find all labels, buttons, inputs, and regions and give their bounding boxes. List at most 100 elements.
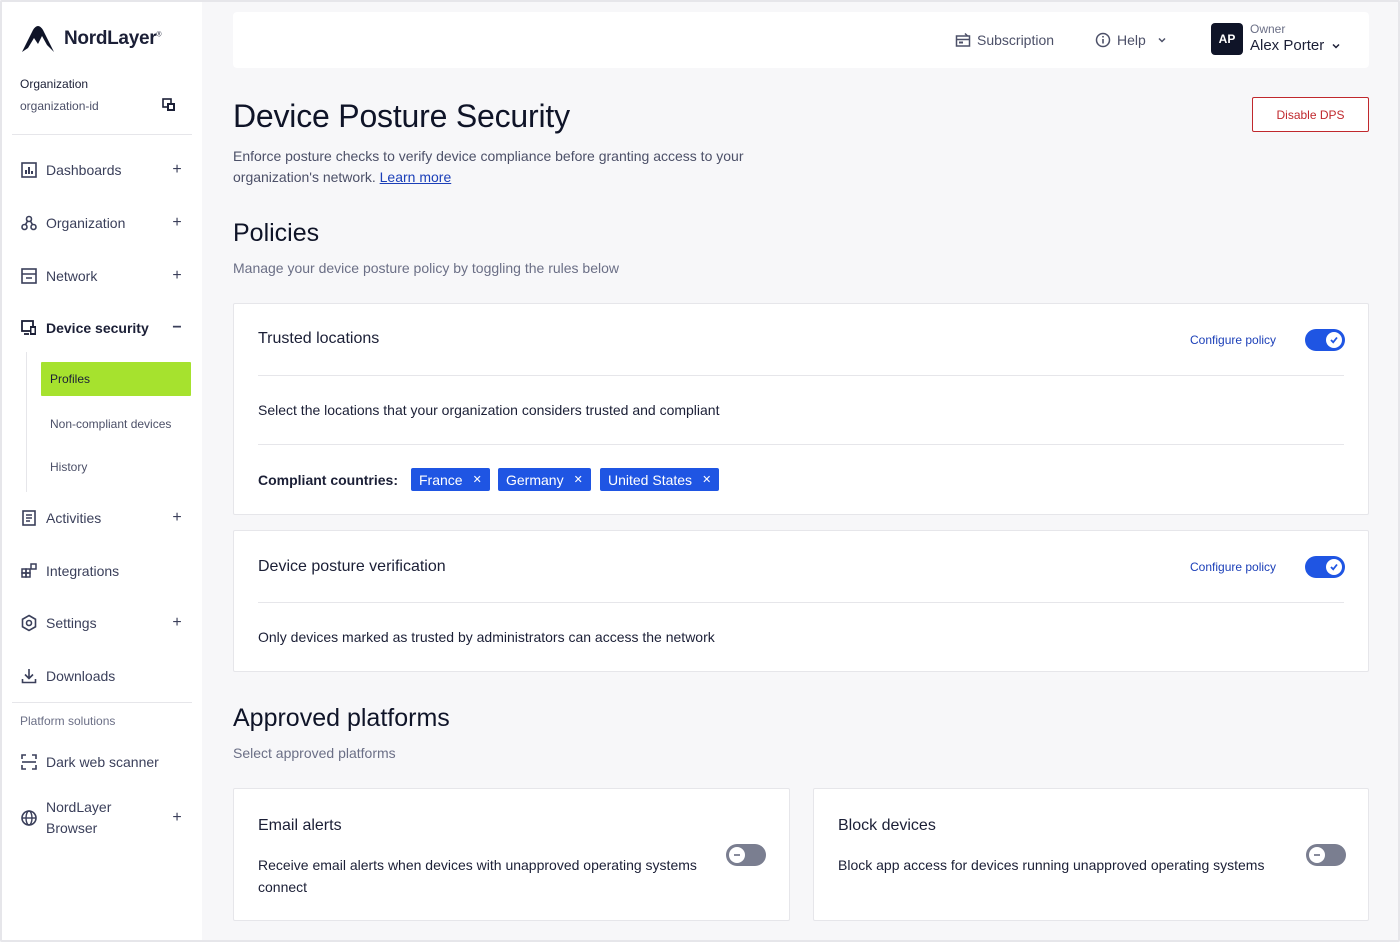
device-security-icon: [21, 320, 36, 335]
top-header: Subscription Help AP Owner Alex Porter: [233, 12, 1369, 68]
label-line: Browser: [46, 820, 98, 836]
submenu-line: [26, 352, 27, 492]
divider: [12, 702, 192, 703]
compliant-countries-label: Compliant countries:: [258, 472, 399, 488]
avatar[interactable]: AP: [1211, 23, 1243, 55]
toggle-knob: [729, 847, 745, 863]
nordlayer-logo-icon: [22, 26, 54, 52]
policies-title: Policies: [233, 219, 320, 247]
page-title: Device Posture Security: [233, 98, 570, 134]
copy-icon[interactable]: [162, 98, 176, 112]
description-text: Enforce posture checks to verify device …: [233, 148, 744, 185]
sidebar-item-label: Dashboards: [46, 162, 122, 178]
policies-subtitle: Manage your device posture policy by tog…: [233, 260, 620, 276]
sidebar-item-label: Integrations: [46, 563, 120, 579]
device-posture-toggle[interactable]: [1305, 556, 1345, 578]
sidebar-item-network[interactable]: Network +: [12, 258, 192, 294]
sidebar-item-label: Device security: [46, 320, 149, 336]
minus-icon: [1314, 854, 1320, 856]
disable-dps-button[interactable]: Disable DPS: [1252, 97, 1369, 132]
divider: [258, 602, 1344, 603]
sidebar-item-integrations[interactable]: Integrations: [12, 553, 192, 589]
chip-label: United States: [608, 471, 693, 488]
divider: [258, 375, 1344, 376]
sidebar-item-settings[interactable]: Settings +: [12, 605, 192, 641]
organization-id: organization-id: [20, 99, 99, 113]
minus-icon: [734, 854, 740, 856]
expand-icon[interactable]: +: [170, 509, 184, 527]
expand-icon[interactable]: +: [170, 214, 184, 232]
collapse-icon[interactable]: −: [170, 319, 184, 337]
user-name: Alex Porter: [1250, 37, 1325, 54]
email-alerts-toggle[interactable]: [726, 844, 766, 866]
globe-icon: [21, 810, 37, 826]
trusted-locations-card: Trusted locations Configure policy Selec…: [233, 303, 1369, 515]
approved-platforms-title: Approved platforms: [233, 704, 450, 732]
remove-chip-icon[interactable]: ✕: [574, 473, 583, 486]
card-description: Only devices marked as trusted by admini…: [258, 629, 715, 645]
sidebar-item-label: Network: [46, 268, 98, 284]
divider: [12, 134, 192, 135]
scanner-icon: [21, 754, 37, 770]
organization-label: Organization: [20, 77, 89, 91]
network-icon: [21, 268, 37, 284]
card-description: Block app access for devices running una…: [838, 857, 1265, 873]
card-title: Device posture verification: [258, 558, 446, 575]
sidebar-item-dark-web-scanner[interactable]: Dark web scanner: [12, 744, 192, 780]
expand-icon[interactable]: +: [170, 161, 184, 179]
approved-platforms-subtitle: Select approved platforms: [233, 745, 396, 761]
configure-policy-link[interactable]: Configure policy: [1190, 560, 1276, 574]
user-menu[interactable]: Alex Porter: [1250, 37, 1342, 54]
sidebar-subitem-history[interactable]: History: [41, 450, 191, 484]
platform-solutions-label: Platform solutions: [20, 714, 116, 728]
country-chip: France ✕: [411, 468, 490, 491]
sidebar-item-dashboards[interactable]: Dashboards +: [12, 152, 192, 188]
trusted-locations-toggle[interactable]: [1305, 329, 1345, 351]
sidebar-item-downloads[interactable]: Downloads: [12, 658, 192, 694]
expand-icon[interactable]: +: [170, 809, 184, 827]
user-role: Owner: [1250, 22, 1286, 36]
learn-more-link[interactable]: Learn more: [380, 169, 452, 185]
download-icon: [21, 669, 37, 684]
sidebar-subitem-non-compliant-devices[interactable]: Non-compliant devices: [41, 407, 191, 441]
expand-icon[interactable]: +: [170, 614, 184, 632]
subscription-link[interactable]: Subscription: [955, 12, 1054, 68]
country-chip: Germany ✕: [498, 468, 591, 491]
check-icon: [1330, 336, 1338, 344]
block-devices-toggle[interactable]: [1306, 844, 1346, 866]
sidebar-subitem-profiles[interactable]: Profiles: [41, 362, 191, 396]
block-devices-card: Block devices Block app access for devic…: [813, 788, 1369, 921]
sidebar-item-nordlayer-browser[interactable]: NordLayer Browser +: [12, 794, 192, 842]
activities-icon: [22, 510, 36, 526]
chevron-down-icon: [1332, 43, 1340, 49]
integrations-icon: [21, 563, 37, 578]
card-description: Receive email alerts when devices with u…: [258, 857, 697, 895]
check-icon: [1330, 563, 1338, 571]
sidebar-item-organization[interactable]: Organization +: [12, 205, 192, 241]
divider: [258, 444, 1344, 445]
help-menu[interactable]: Help: [1095, 12, 1168, 68]
remove-chip-icon[interactable]: ✕: [702, 473, 711, 486]
sidebar-item-activities[interactable]: Activities +: [12, 500, 192, 536]
card-title: Block devices: [838, 817, 936, 834]
help-label: Help: [1117, 32, 1146, 48]
label-line: NordLayer: [46, 799, 112, 815]
toggle-knob: [1309, 847, 1325, 863]
organization-icon: [21, 215, 37, 231]
logo[interactable]: NordLayer®: [20, 24, 161, 54]
chip-label: Germany: [506, 471, 564, 488]
toggle-knob: [1326, 559, 1342, 575]
configure-policy-link[interactable]: Configure policy: [1190, 333, 1276, 347]
device-posture-card: Device posture verification Configure po…: [233, 530, 1369, 672]
sidebar-item-label: Activities: [46, 510, 102, 526]
subscription-label: Subscription: [977, 32, 1055, 48]
expand-icon[interactable]: +: [170, 267, 184, 285]
chip-label: France: [419, 471, 463, 488]
remove-chip-icon[interactable]: ✕: [473, 473, 482, 486]
sidebar-item-device-security[interactable]: Device security −: [12, 310, 192, 346]
page-description: Enforce posture checks to verify device …: [233, 146, 793, 188]
sidebar-item-label: Settings: [46, 615, 97, 631]
card-description: Select the locations that your organizat…: [258, 402, 720, 418]
card-title: Trusted locations: [258, 330, 380, 347]
toggle-knob: [1326, 332, 1342, 348]
